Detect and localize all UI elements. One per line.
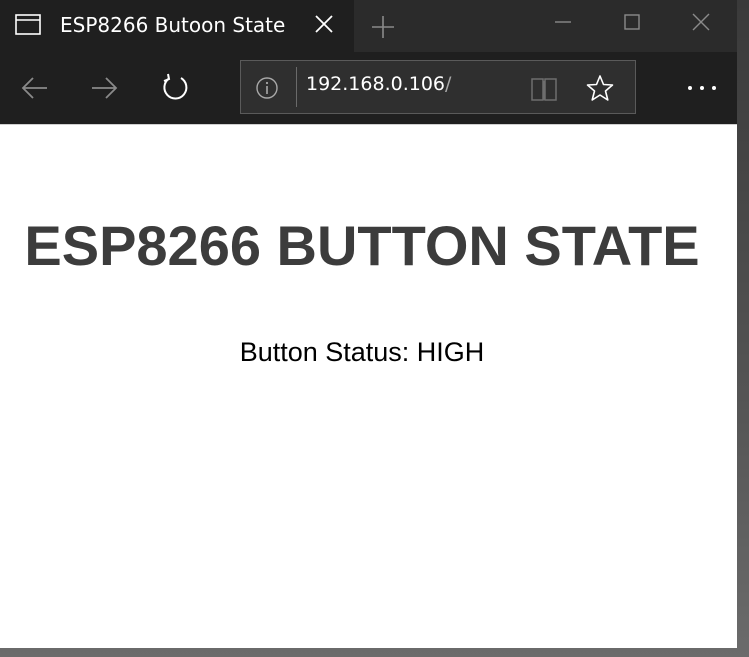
address-bar[interactable]: 192.168.0.106/ — [240, 60, 636, 114]
close-window-icon[interactable] — [688, 10, 714, 36]
page-heading: ESP8266 BUTTON STATE — [24, 214, 700, 277]
status-value: HIGH — [416, 337, 485, 367]
url-text[interactable]: 192.168.0.106/ — [306, 73, 451, 95]
active-tab[interactable]: ESP8266 Butoon State — [0, 0, 354, 52]
favorite-star-icon[interactable] — [585, 73, 615, 103]
browser-window: ESP8266 Butoon State 192.168.0.106/ ESP8… — [0, 0, 737, 648]
url-host: 192.168.0.106 — [306, 73, 446, 95]
navigation-bar: 192.168.0.106/ — [0, 52, 737, 124]
tab-strip: ESP8266 Butoon State — [0, 0, 737, 52]
status-label: Button Status: — [239, 337, 417, 367]
refresh-icon[interactable] — [159, 72, 191, 104]
tab-page-icon — [15, 14, 41, 35]
maximize-icon[interactable] — [619, 10, 645, 36]
minimize-icon[interactable] — [550, 10, 576, 36]
url-path: / — [445, 73, 452, 95]
close-tab-icon[interactable] — [312, 12, 336, 36]
reading-view-book-icon[interactable] — [529, 75, 559, 103]
more-ellipsis-icon[interactable] — [684, 76, 720, 100]
new-tab-plus-icon[interactable] — [370, 14, 396, 40]
back-arrow-icon[interactable] — [19, 72, 51, 104]
button-status-line: Button Status: HIGH — [0, 337, 724, 368]
page-content: ESP8266 BUTTON STATE Button Status: HIGH — [0, 124, 737, 648]
info-icon[interactable] — [255, 76, 279, 100]
tab-title: ESP8266 Butoon State — [60, 13, 286, 37]
address-separator — [296, 67, 297, 107]
forward-arrow-icon[interactable] — [88, 72, 120, 104]
